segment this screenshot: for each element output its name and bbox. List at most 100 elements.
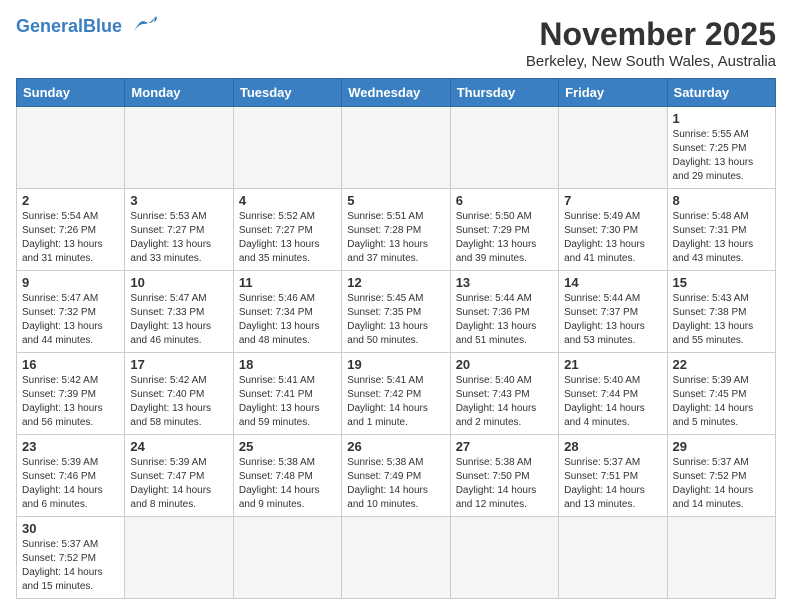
- calendar-day-cell: 12 Sunrise: 5:45 AM Sunset: 7:35 PM Dayli…: [342, 271, 450, 353]
- calendar-day-cell: 1 Sunrise: 5:55 AM Sunset: 7:25 PM Daylig…: [667, 107, 775, 189]
- calendar-day-cell: [450, 107, 558, 189]
- day-info: Sunrise: 5:37 AM Sunset: 7:52 PM Dayligh…: [673, 456, 770, 512]
- day-number: 12: [347, 275, 444, 290]
- day-info: Sunrise: 5:44 AM Sunset: 7:37 PM Dayligh…: [564, 292, 661, 348]
- calendar-day-cell: 15 Sunrise: 5:43 AM Sunset: 7:38 PM Dayli…: [667, 271, 775, 353]
- day-info: Sunrise: 5:41 AM Sunset: 7:41 PM Dayligh…: [239, 374, 336, 430]
- calendar-day-cell: [342, 517, 450, 599]
- calendar-day-cell: 21 Sunrise: 5:40 AM Sunset: 7:44 PM Dayli…: [559, 353, 667, 435]
- day-number: 28: [564, 439, 661, 454]
- calendar-day-cell: [125, 517, 233, 599]
- weekday-header-tuesday: Tuesday: [233, 79, 341, 107]
- calendar-day-cell: [667, 517, 775, 599]
- calendar-day-cell: [17, 107, 125, 189]
- day-info: Sunrise: 5:45 AM Sunset: 7:35 PM Dayligh…: [347, 292, 444, 348]
- calendar-day-cell: [233, 517, 341, 599]
- day-info: Sunrise: 5:38 AM Sunset: 7:49 PM Dayligh…: [347, 456, 444, 512]
- day-number: 5: [347, 193, 444, 208]
- day-info: Sunrise: 5:41 AM Sunset: 7:42 PM Dayligh…: [347, 374, 444, 430]
- day-number: 24: [130, 439, 227, 454]
- day-number: 29: [673, 439, 770, 454]
- calendar-day-cell: [559, 107, 667, 189]
- month-title: November 2025: [526, 16, 776, 53]
- calendar-day-cell: [559, 517, 667, 599]
- calendar-day-cell: 4 Sunrise: 5:52 AM Sunset: 7:27 PM Daylig…: [233, 189, 341, 271]
- weekday-header-row: SundayMondayTuesdayWednesdayThursdayFrid…: [17, 79, 776, 107]
- calendar-day-cell: 19 Sunrise: 5:41 AM Sunset: 7:42 PM Dayli…: [342, 353, 450, 435]
- calendar-day-cell: 27Sunrise: 5:38 AM Sunset: 7:50 PM Dayli…: [450, 435, 558, 517]
- weekday-header-thursday: Thursday: [450, 79, 558, 107]
- day-info: Sunrise: 5:51 AM Sunset: 7:28 PM Dayligh…: [347, 210, 444, 266]
- calendar-day-cell: 26Sunrise: 5:38 AM Sunset: 7:49 PM Dayli…: [342, 435, 450, 517]
- weekday-header-friday: Friday: [559, 79, 667, 107]
- day-info: Sunrise: 5:48 AM Sunset: 7:31 PM Dayligh…: [673, 210, 770, 266]
- calendar-week-row: 16Sunrise: 5:42 AM Sunset: 7:39 PM Dayli…: [17, 353, 776, 435]
- weekday-header-sunday: Sunday: [17, 79, 125, 107]
- day-number: 18: [239, 357, 336, 372]
- calendar-day-cell: 22 Sunrise: 5:39 AM Sunset: 7:45 PM Dayli…: [667, 353, 775, 435]
- calendar-day-cell: 5 Sunrise: 5:51 AM Sunset: 7:28 PM Daylig…: [342, 189, 450, 271]
- day-info: Sunrise: 5:55 AM Sunset: 7:25 PM Dayligh…: [673, 128, 770, 184]
- calendar-day-cell: 8 Sunrise: 5:48 AM Sunset: 7:31 PM Daylig…: [667, 189, 775, 271]
- day-info: Sunrise: 5:50 AM Sunset: 7:29 PM Dayligh…: [456, 210, 553, 266]
- day-number: 15: [673, 275, 770, 290]
- day-info: Sunrise: 5:38 AM Sunset: 7:50 PM Dayligh…: [456, 456, 553, 512]
- calendar-day-cell: 18 Sunrise: 5:41 AM Sunset: 7:41 PM Dayli…: [233, 353, 341, 435]
- day-info: Sunrise: 5:37 AM Sunset: 7:51 PM Dayligh…: [564, 456, 661, 512]
- calendar-week-row: 30 Sunrise: 5:37 AM Sunset: 7:52 PM Dayli…: [17, 517, 776, 599]
- calendar-day-cell: 16Sunrise: 5:42 AM Sunset: 7:39 PM Dayli…: [17, 353, 125, 435]
- calendar-day-cell: [450, 517, 558, 599]
- calendar-day-cell: 30 Sunrise: 5:37 AM Sunset: 7:52 PM Dayli…: [17, 517, 125, 599]
- day-info: Sunrise: 5:39 AM Sunset: 7:45 PM Dayligh…: [673, 374, 770, 430]
- day-number: 22: [673, 357, 770, 372]
- day-number: 10: [130, 275, 227, 290]
- calendar-day-cell: 24 Sunrise: 5:39 AM Sunset: 7:47 PM Dayli…: [125, 435, 233, 517]
- day-number: 9: [22, 275, 119, 290]
- calendar-day-cell: 20Sunrise: 5:40 AM Sunset: 7:43 PM Dayli…: [450, 353, 558, 435]
- day-info: Sunrise: 5:37 AM Sunset: 7:52 PM Dayligh…: [22, 538, 119, 594]
- day-number: 30: [22, 521, 119, 536]
- day-info: Sunrise: 5:39 AM Sunset: 7:46 PM Dayligh…: [22, 456, 119, 512]
- day-number: 2: [22, 193, 119, 208]
- day-number: 1: [673, 111, 770, 126]
- calendar-day-cell: 23 Sunrise: 5:39 AM Sunset: 7:46 PM Dayli…: [17, 435, 125, 517]
- calendar-day-cell: 7 Sunrise: 5:49 AM Sunset: 7:30 PM Daylig…: [559, 189, 667, 271]
- day-info: Sunrise: 5:52 AM Sunset: 7:27 PM Dayligh…: [239, 210, 336, 266]
- day-number: 4: [239, 193, 336, 208]
- day-number: 25: [239, 439, 336, 454]
- day-info: Sunrise: 5:39 AM Sunset: 7:47 PM Dayligh…: [130, 456, 227, 512]
- day-info: Sunrise: 5:46 AM Sunset: 7:34 PM Dayligh…: [239, 292, 336, 348]
- day-info: Sunrise: 5:49 AM Sunset: 7:30 PM Dayligh…: [564, 210, 661, 266]
- day-number: 23: [22, 439, 119, 454]
- day-info: Sunrise: 5:53 AM Sunset: 7:27 PM Dayligh…: [130, 210, 227, 266]
- calendar-week-row: 2 Sunrise: 5:54 AM Sunset: 7:26 PM Daylig…: [17, 189, 776, 271]
- day-info: Sunrise: 5:54 AM Sunset: 7:26 PM Dayligh…: [22, 210, 119, 266]
- day-info: Sunrise: 5:43 AM Sunset: 7:38 PM Dayligh…: [673, 292, 770, 348]
- location-title: Berkeley, New South Wales, Australia: [526, 53, 776, 70]
- day-info: Sunrise: 5:40 AM Sunset: 7:43 PM Dayligh…: [456, 374, 553, 430]
- weekday-header-wednesday: Wednesday: [342, 79, 450, 107]
- calendar-week-row: 1 Sunrise: 5:55 AM Sunset: 7:25 PM Daylig…: [17, 107, 776, 189]
- header: GeneralBlue November 2025 Berkeley, New …: [16, 16, 776, 70]
- calendar: SundayMondayTuesdayWednesdayThursdayFrid…: [16, 78, 776, 599]
- calendar-day-cell: [342, 107, 450, 189]
- calendar-day-cell: 13Sunrise: 5:44 AM Sunset: 7:36 PM Dayli…: [450, 271, 558, 353]
- weekday-header-saturday: Saturday: [667, 79, 775, 107]
- day-info: Sunrise: 5:42 AM Sunset: 7:39 PM Dayligh…: [22, 374, 119, 430]
- calendar-week-row: 9Sunrise: 5:47 AM Sunset: 7:32 PM Daylig…: [17, 271, 776, 353]
- day-number: 8: [673, 193, 770, 208]
- calendar-day-cell: 25Sunrise: 5:38 AM Sunset: 7:48 PM Dayli…: [233, 435, 341, 517]
- calendar-day-cell: [233, 107, 341, 189]
- day-info: Sunrise: 5:40 AM Sunset: 7:44 PM Dayligh…: [564, 374, 661, 430]
- day-number: 3: [130, 193, 227, 208]
- calendar-week-row: 23 Sunrise: 5:39 AM Sunset: 7:46 PM Dayli…: [17, 435, 776, 517]
- calendar-day-cell: 28 Sunrise: 5:37 AM Sunset: 7:51 PM Dayli…: [559, 435, 667, 517]
- calendar-day-cell: 3 Sunrise: 5:53 AM Sunset: 7:27 PM Daylig…: [125, 189, 233, 271]
- logo: GeneralBlue: [16, 16, 162, 37]
- day-number: 21: [564, 357, 661, 372]
- day-number: 19: [347, 357, 444, 372]
- calendar-day-cell: 14Sunrise: 5:44 AM Sunset: 7:37 PM Dayli…: [559, 271, 667, 353]
- calendar-day-cell: 29 Sunrise: 5:37 AM Sunset: 7:52 PM Dayli…: [667, 435, 775, 517]
- calendar-day-cell: [125, 107, 233, 189]
- day-number: 7: [564, 193, 661, 208]
